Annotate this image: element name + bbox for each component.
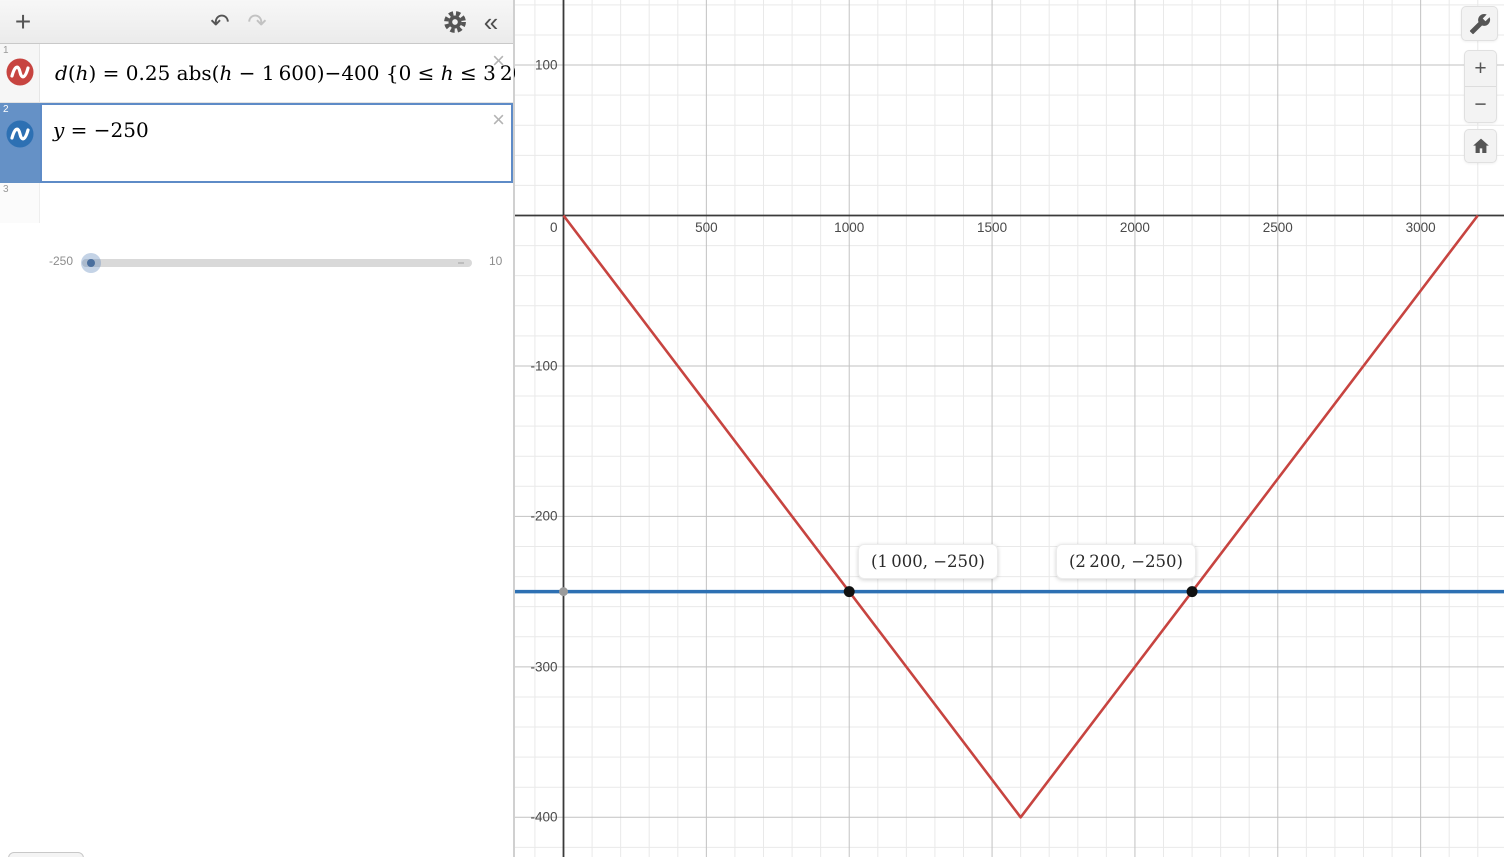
math-segment: = −250: [64, 118, 149, 142]
slider-handle-dot: [87, 259, 95, 267]
expression-formula[interactable]: d(h) = 0.25 abs(h − 1 600)−400 {0 ≤ h ≤ …: [55, 61, 551, 85]
expression-gutter[interactable]: 2: [0, 103, 40, 183]
expression-gutter: 3: [0, 183, 40, 223]
graph-canvas[interactable]: [515, 0, 1504, 857]
expression-number: 1: [3, 45, 9, 56]
math-segment: h: [75, 61, 89, 85]
slider-max-label[interactable]: 10: [489, 254, 502, 268]
math-segment: − 1 600: [232, 61, 317, 85]
math-segment: y: [53, 118, 65, 142]
slider-point[interactable]: [559, 587, 568, 597]
expression-gutter[interactable]: 1: [0, 44, 40, 102]
expression-number: 2: [3, 104, 9, 115]
intersection-point-1[interactable]: [843, 586, 855, 598]
add-expression-button[interactable]: +: [8, 6, 38, 37]
zoom-in-button[interactable]: +: [1465, 51, 1496, 87]
expression-row-1[interactable]: 1 d(h) = 0.25 abs(h − 1 600)−400 {0 ≤ h …: [0, 44, 551, 103]
redo-icon: ↷: [247, 8, 267, 35]
wrench-icon: [1469, 13, 1490, 34]
point-label-1[interactable]: (1 000, −250): [858, 544, 998, 579]
desmos-graphing-calculator: + ↶ ↷ « 1 d(h) = 0.25 abs(h − 1 600)−400…: [0, 0, 1504, 857]
math-segment: h: [440, 61, 454, 85]
keyboard-toggle-button[interactable]: [8, 852, 84, 857]
slider-track[interactable]: [82, 259, 472, 267]
axes: [515, 0, 1504, 857]
math-segment: d: [55, 61, 68, 85]
math-segment: ) = 0.25 abs: [88, 61, 212, 85]
math-segment: {0 ≤: [385, 61, 441, 85]
curve-color-icon-blue[interactable]: [6, 120, 34, 148]
expression-row-2-selected[interactable]: 2 y = −250 × -250 10: [0, 103, 513, 273]
math-segment: −400: [324, 61, 386, 85]
math-segment: (: [67, 61, 76, 85]
home-icon: [1472, 138, 1489, 153]
expression-list-panel: + ↶ ↷ « 1 d(h) = 0.25 abs(h − 1 600)−400…: [0, 0, 551, 857]
intersection-point-2[interactable]: [1186, 586, 1198, 598]
gear-icon: [444, 11, 466, 33]
slider-tick: [458, 262, 464, 264]
expression-row-3-empty[interactable]: 3: [0, 183, 513, 223]
math-segment: ): [316, 61, 325, 85]
grid-minor-lines: [515, 0, 1504, 857]
zoom-out-button[interactable]: −: [1465, 87, 1496, 123]
slider-min-label[interactable]: -250: [49, 254, 73, 268]
undo-icon[interactable]: ↶: [205, 7, 235, 37]
delete-expression-icon[interactable]: ×: [492, 107, 505, 133]
graph-settings-button[interactable]: [1461, 6, 1498, 41]
default-viewport-home-button[interactable]: [1464, 129, 1497, 163]
math-segment: h: [219, 61, 233, 85]
edit-list-gear-icon[interactable]: [440, 7, 470, 37]
expression-toolbar: + ↶ ↷ «: [0, 0, 513, 44]
selected-row-border: [40, 103, 513, 183]
expression-formula[interactable]: y = −250: [53, 118, 149, 142]
delete-expression-icon[interactable]: ×: [492, 48, 505, 74]
zoom-controls: + −: [1464, 50, 1497, 123]
collapse-panel-icon[interactable]: «: [476, 7, 506, 37]
point-label-2[interactable]: (2 200, −250): [1056, 544, 1196, 579]
curve-color-icon-red[interactable]: [6, 58, 34, 86]
graph-paper[interactable]: 500 1000 1500 2000 2500 3000 100 -100 -200 -300 -4…: [515, 0, 1504, 857]
expression-number: 3: [3, 184, 9, 195]
grid-major-lines: [515, 0, 1504, 857]
